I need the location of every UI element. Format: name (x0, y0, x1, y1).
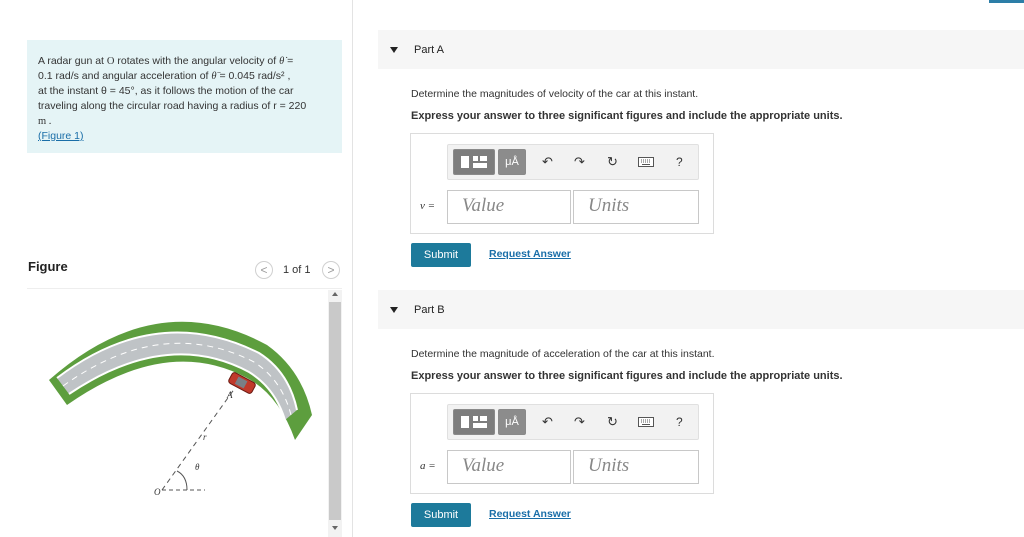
part-b-variable: a = (420, 460, 436, 472)
problem-text: A radar gun at (38, 55, 107, 67)
collapse-triangle-icon (390, 46, 398, 53)
templates-icon[interactable] (453, 409, 495, 435)
problem-text: = 0.045 rad/s² , (216, 70, 291, 82)
problem-statement: A radar gun at O rotates with the angula… (27, 40, 342, 153)
figure-link[interactable]: (Figure 1) (38, 130, 84, 142)
label-theta: θ (195, 462, 200, 472)
problem-text: at the instant θ = 45°, as it follows th… (38, 85, 294, 97)
part-b-header[interactable]: Part B (378, 290, 1024, 329)
templates-icon[interactable] (453, 149, 495, 175)
undo-icon[interactable]: ↶ (542, 414, 553, 430)
chevron-left-icon: < (260, 263, 268, 277)
problem-text: = (284, 55, 294, 67)
part-b-instruction: Express your answer to three significant… (411, 370, 843, 382)
radial-line (161, 387, 236, 491)
redo-icon[interactable]: ↷ (574, 414, 585, 430)
part-a-header[interactable]: Part A (378, 30, 1024, 69)
part-b-units-input[interactable]: Units (573, 450, 699, 484)
part-b-label: Part B (414, 303, 445, 316)
part-a-variable: v = (420, 200, 436, 212)
part-a-question: Determine the magnitudes of velocity of … (411, 88, 699, 100)
problem-text: rotates with the angular velocity of (114, 55, 280, 67)
chevron-right-icon: > (327, 263, 335, 277)
problem-text: m . (38, 116, 52, 127)
part-a-toolbar: μÅ ↶ ↷ ↻ ? (447, 144, 699, 180)
keyboard-icon[interactable] (638, 417, 654, 427)
collapse-triangle-icon (390, 306, 398, 313)
part-a-value-input[interactable]: Value (447, 190, 571, 224)
part-a-instruction: Express your answer to three significant… (411, 110, 843, 122)
part-a-request-answer-link[interactable]: Request Answer (489, 248, 571, 260)
figure-image: A r θ O (49, 321, 312, 497)
part-a-units-input[interactable]: Units (573, 190, 699, 224)
figure-separator (27, 288, 342, 289)
help-icon[interactable]: ? (676, 414, 683, 430)
problem-text: traveling along the circular road having… (38, 100, 307, 112)
figure-scrollbar-thumb[interactable] (329, 302, 341, 520)
redo-icon[interactable]: ↷ (574, 154, 585, 170)
figure-counter: 1 of 1 (283, 264, 311, 276)
panel-divider (352, 0, 353, 537)
part-b-question: Determine the magnitude of acceleration … (411, 348, 715, 360)
part-a-submit-button[interactable]: Submit (411, 243, 471, 267)
part-b-submit-button[interactable]: Submit (411, 503, 471, 527)
prev-figure-button[interactable]: < (255, 261, 273, 279)
undo-icon[interactable]: ↶ (542, 154, 553, 170)
scroll-up-icon[interactable] (332, 292, 338, 296)
label-r: r (203, 432, 207, 442)
part-a-label: Part A (414, 43, 444, 56)
part-b-request-answer-link[interactable]: Request Answer (489, 508, 571, 520)
part-b-value-input[interactable]: Value (447, 450, 571, 484)
label-O: O (154, 487, 161, 497)
top-accent-bar (989, 0, 1024, 3)
label-A: A (226, 390, 233, 400)
units-icon[interactable]: μÅ (498, 409, 526, 435)
keyboard-icon[interactable] (638, 157, 654, 167)
reset-icon[interactable]: ↻ (607, 154, 618, 170)
scroll-down-icon[interactable] (332, 526, 338, 530)
help-icon[interactable]: ? (676, 154, 683, 170)
problem-text: 0.1 rad/s and angular acceleration of (38, 70, 212, 82)
reset-icon[interactable]: ↻ (607, 414, 618, 430)
units-icon[interactable]: μÅ (498, 149, 526, 175)
part-b-toolbar: μÅ ↶ ↷ ↻ ? (447, 404, 699, 440)
figure-title: Figure (28, 259, 68, 274)
next-figure-button[interactable]: > (322, 261, 340, 279)
angle-arc (176, 470, 188, 491)
